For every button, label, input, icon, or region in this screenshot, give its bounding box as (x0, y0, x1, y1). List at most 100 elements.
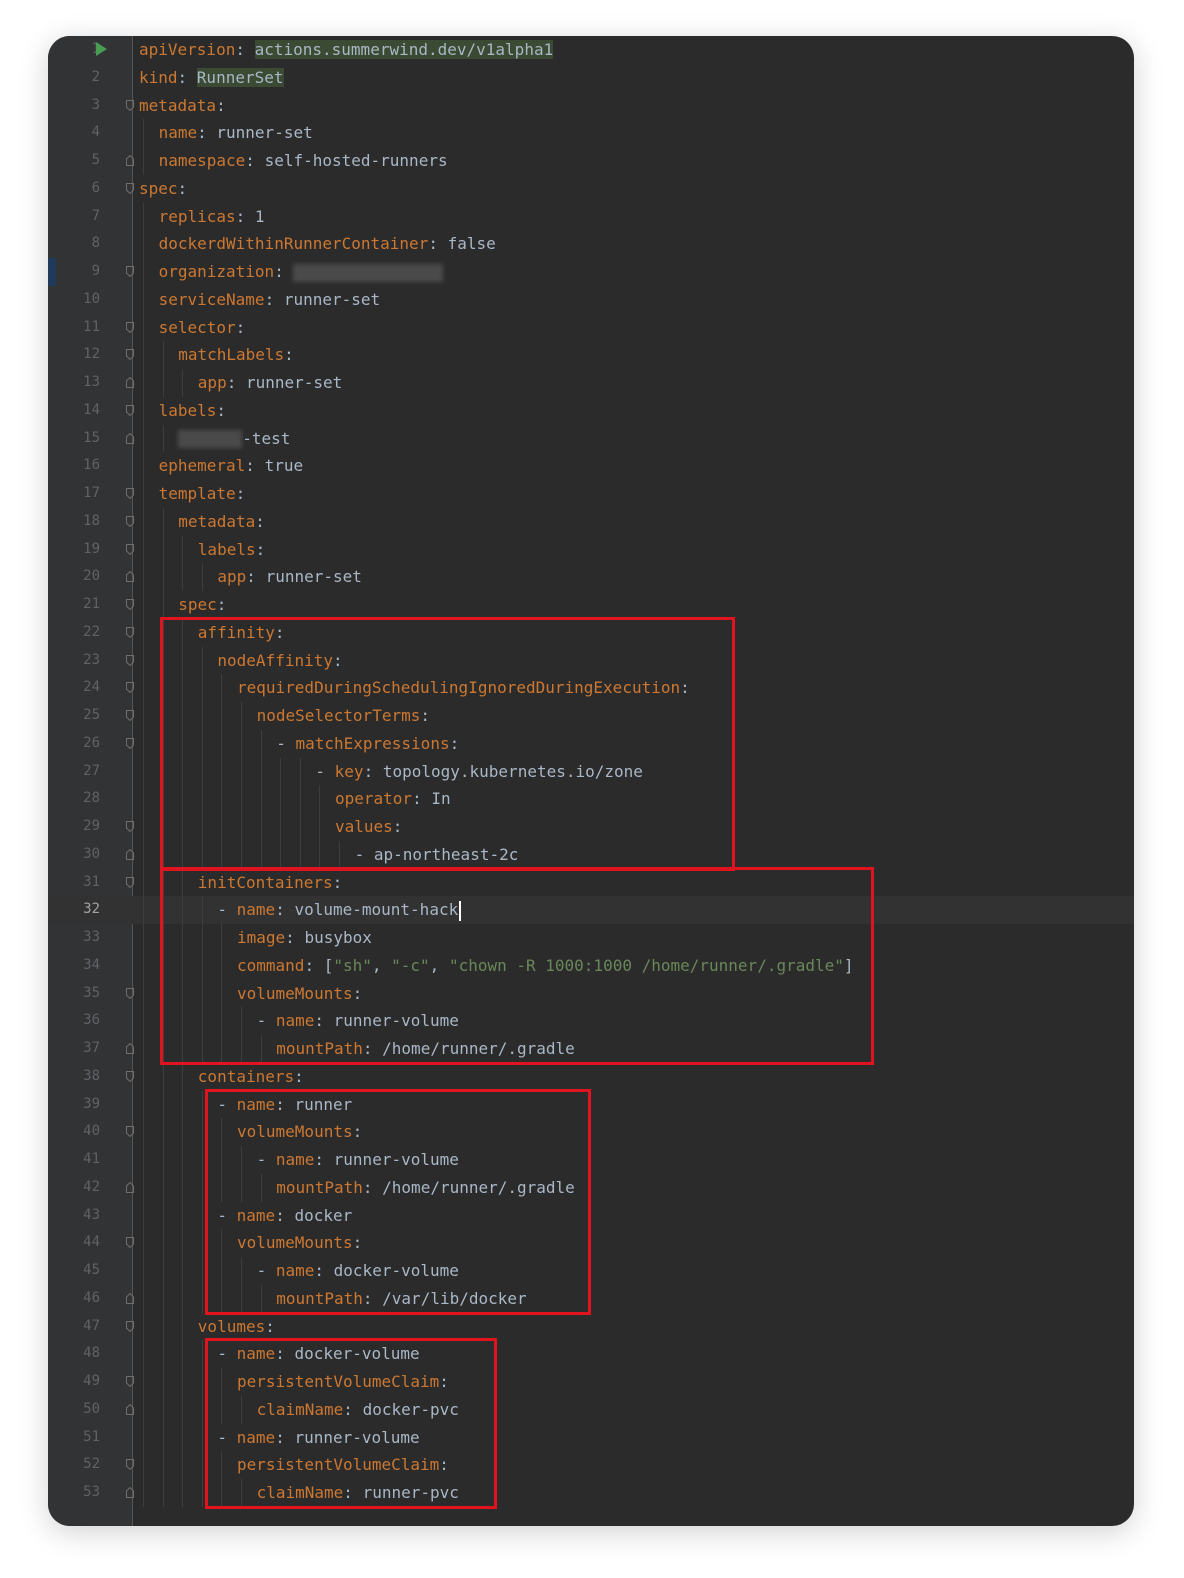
code-line[interactable]: 7 replicas: 1 (48, 202, 1134, 231)
line-number[interactable]: 47 (66, 1313, 100, 1341)
fold-icon[interactable] (126, 1070, 134, 1082)
line-number[interactable]: 42 (66, 1174, 100, 1202)
line-number[interactable]: 6 (66, 175, 100, 203)
fold-icon[interactable] (126, 654, 134, 666)
fold-end-icon[interactable] (126, 432, 134, 444)
fold-end-icon[interactable] (126, 1487, 134, 1498)
line-number[interactable]: 23 (66, 647, 100, 675)
line-number[interactable]: 7 (66, 203, 100, 231)
fold-icon[interactable] (126, 266, 134, 277)
line-number[interactable]: 16 (66, 452, 100, 480)
fold-icon[interactable] (126, 1237, 134, 1249)
code-line[interactable]: 9 organization: (48, 258, 1134, 286)
fold-icon[interactable] (126, 682, 134, 694)
fold-icon[interactable] (126, 321, 134, 333)
fold-end-icon[interactable] (126, 155, 134, 166)
line-number[interactable]: 35 (66, 980, 100, 1008)
code-line[interactable]: 16 ephemeral: true (48, 452, 1134, 480)
code-line[interactable]: 47 volumes: (48, 1312, 1134, 1341)
line-number[interactable]: 1 (66, 36, 100, 64)
code-line[interactable]: 21 spec: (48, 591, 1134, 619)
fold-end-icon[interactable] (126, 1043, 134, 1054)
code-editor[interactable]: 1 apiVersion: actions.summerwind.dev/v1al… (48, 36, 1134, 1526)
code-line[interactable]: 3 metadata: (48, 92, 1134, 120)
line-number[interactable]: 10 (66, 286, 100, 314)
line-number[interactable]: 51 (66, 1424, 100, 1452)
line-number[interactable]: 28 (66, 785, 100, 813)
line-number[interactable]: 22 (66, 619, 100, 647)
code-line[interactable]: 8 dockerdWithinRunnerContainer: false (48, 230, 1134, 258)
fold-end-icon[interactable] (126, 1403, 134, 1415)
code-line[interactable]: 20 app: runner-set (48, 563, 1134, 591)
line-number[interactable]: 11 (66, 314, 100, 342)
line-number[interactable]: 8 (66, 230, 100, 258)
line-number[interactable]: 27 (66, 758, 100, 786)
line-number[interactable]: 5 (66, 147, 100, 175)
fold-icon[interactable] (126, 488, 134, 499)
fold-icon[interactable] (126, 543, 134, 555)
code-line[interactable]: 1 apiVersion: actions.summerwind.dev/v1al… (48, 36, 1134, 64)
code-text[interactable]: metadata: (178, 508, 274, 536)
line-number[interactable]: 38 (66, 1063, 100, 1091)
fold-end-icon[interactable] (126, 1181, 134, 1193)
line-number[interactable]: 40 (66, 1118, 100, 1146)
fold-end-icon[interactable] (126, 848, 134, 860)
fold-icon[interactable] (126, 1376, 134, 1387)
code-text[interactable]: volumes: (198, 1313, 285, 1341)
fold-icon[interactable] (126, 1126, 134, 1138)
line-number[interactable]: 31 (66, 869, 100, 897)
code-text[interactable]: name: runner-set (159, 119, 313, 147)
line-number[interactable]: 24 (66, 674, 100, 702)
line-number[interactable]: 25 (66, 702, 100, 730)
line-number[interactable]: 9 (66, 258, 100, 286)
code-line[interactable]: 4 name: runner-set (48, 119, 1134, 147)
fold-icon[interactable] (126, 404, 134, 416)
line-number[interactable]: 21 (66, 591, 100, 619)
fold-end-icon[interactable] (126, 1292, 134, 1304)
line-number[interactable]: 44 (66, 1229, 100, 1257)
code-line[interactable]: 17 template: (48, 480, 1134, 508)
vcs-change-marker[interactable] (48, 258, 56, 286)
line-number[interactable]: 36 (66, 1007, 100, 1035)
line-number[interactable]: 49 (66, 1368, 100, 1396)
line-number[interactable]: 45 (66, 1257, 100, 1285)
code-line[interactable]: 38 containers: (48, 1062, 1134, 1091)
code-text[interactable]: serviceName: runner-set (159, 286, 381, 314)
line-number[interactable]: 39 (66, 1091, 100, 1119)
fold-icon[interactable] (126, 599, 134, 610)
fold-icon[interactable] (126, 182, 134, 194)
line-number[interactable]: 37 (66, 1035, 100, 1063)
code-line[interactable]: 11 selector: (48, 313, 1134, 342)
line-number[interactable]: 50 (66, 1396, 100, 1424)
fold-icon[interactable] (126, 710, 134, 721)
line-number[interactable]: 19 (66, 536, 100, 564)
code-text[interactable]: -test (178, 425, 290, 453)
fold-icon[interactable] (126, 876, 134, 888)
fold-icon[interactable] (126, 349, 134, 361)
code-text[interactable]: replicas: 1 (159, 203, 265, 231)
fold-icon[interactable] (126, 987, 134, 999)
line-number[interactable]: 26 (66, 730, 100, 758)
line-number[interactable]: 2 (66, 64, 100, 92)
line-number[interactable]: 52 (66, 1451, 100, 1479)
code-text[interactable]: metadata: (139, 92, 235, 120)
line-number[interactable]: 33 (66, 924, 100, 952)
code-text[interactable]: ephemeral: true (159, 452, 304, 480)
line-number[interactable]: 4 (66, 119, 100, 147)
code-line[interactable]: 12 matchLabels: (48, 341, 1134, 369)
code-text[interactable]: app: runner-set (217, 563, 362, 591)
line-number[interactable]: 17 (66, 480, 100, 508)
code-line[interactable]: 10 serviceName: runner-set (48, 285, 1134, 314)
code-text[interactable]: apiVersion: actions.summerwind.dev/v1alp… (139, 36, 554, 64)
line-number[interactable]: 41 (66, 1146, 100, 1174)
line-number[interactable]: 43 (66, 1202, 100, 1230)
code-text[interactable]: spec: (139, 175, 197, 203)
fold-icon[interactable] (126, 1459, 134, 1471)
code-text[interactable]: containers: (198, 1063, 314, 1091)
line-number[interactable]: 12 (66, 341, 100, 369)
code-text[interactable]: app: runner-set (198, 369, 343, 397)
line-number[interactable]: 29 (66, 813, 100, 841)
line-number[interactable]: 13 (66, 369, 100, 397)
code-text[interactable]: dockerdWithinRunnerContainer: false (159, 230, 496, 258)
code-line[interactable]: 2 kind: RunnerSet (48, 64, 1134, 92)
